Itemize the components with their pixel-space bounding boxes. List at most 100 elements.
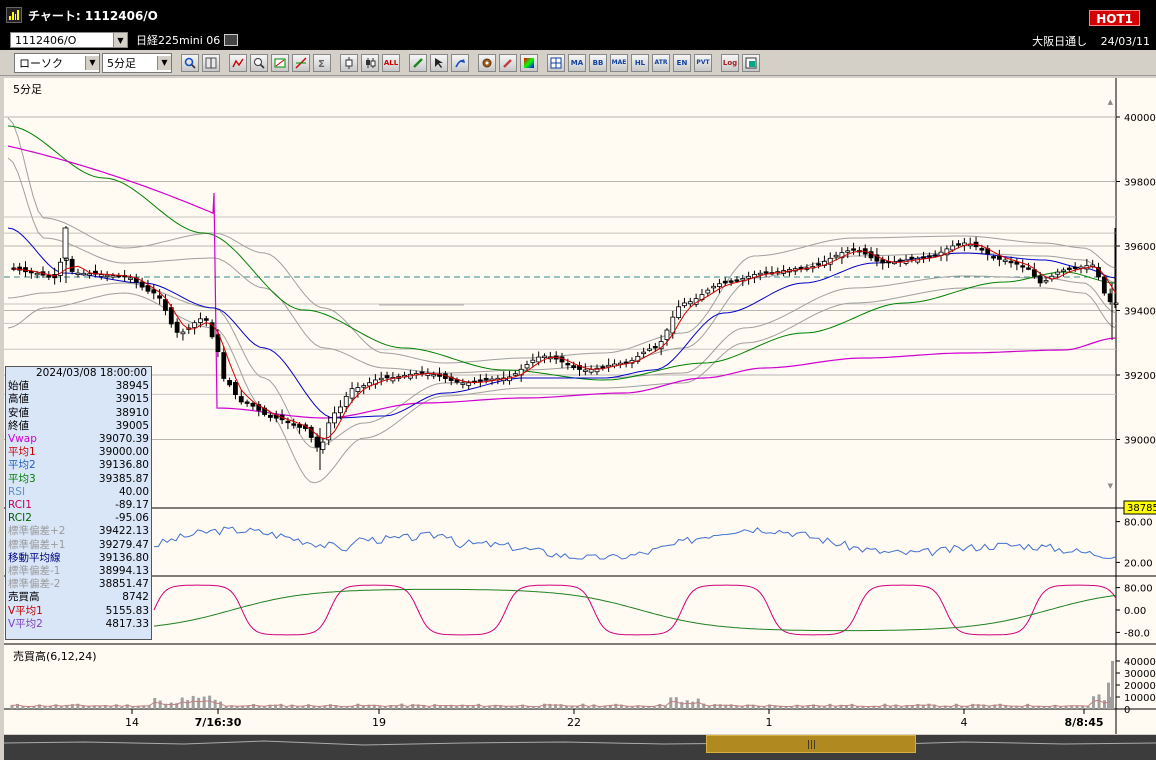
volume-bar <box>224 706 228 709</box>
volume-tick-label: 20000 <box>1124 681 1156 692</box>
candle-body <box>1043 280 1049 283</box>
all-range-button[interactable]: ALL <box>382 53 400 72</box>
candle-body <box>343 395 349 407</box>
volume-bar <box>823 706 827 709</box>
candle-body <box>921 256 926 259</box>
candle-body <box>565 363 571 366</box>
panel-row-value: 39422.13 <box>98 525 149 538</box>
code-select[interactable]: 1112406/O ▼ <box>10 32 128 48</box>
candle-body <box>734 279 740 282</box>
bb-button[interactable]: BB <box>589 53 607 72</box>
panel-row-value: 39005 <box>115 419 149 432</box>
arrow-icon[interactable] <box>451 53 469 72</box>
candle-body <box>215 334 221 352</box>
volume-bar <box>938 707 942 709</box>
candle-body <box>682 302 687 307</box>
candle-body <box>1014 261 1020 265</box>
hl-button[interactable]: HL <box>631 53 649 72</box>
scroll-thumb[interactable]: ||| <box>706 735 916 753</box>
trendline-icon[interactable] <box>292 53 310 72</box>
en-button[interactable]: EN <box>673 53 691 72</box>
volume-bar <box>32 706 36 709</box>
volume-bar <box>877 706 881 709</box>
volume-bar <box>855 706 859 709</box>
cursor-icon[interactable] <box>202 53 220 72</box>
brush-icon[interactable] <box>499 53 517 72</box>
time-tick-label: 1 <box>766 716 773 729</box>
current-price-label: 38785 <box>1127 503 1156 514</box>
candle-body <box>1037 275 1043 284</box>
panel-row-value: 5155.83 <box>105 604 149 617</box>
pvt-button[interactable]: PVT <box>694 53 712 72</box>
volume-bar <box>597 707 601 709</box>
search-icon[interactable] <box>181 53 199 72</box>
panel-row-key: Vwap <box>8 433 37 446</box>
svg-text:Σ: Σ <box>318 59 325 69</box>
candle-compare-icon[interactable] <box>361 53 379 72</box>
sigma-icon[interactable]: Σ <box>313 53 331 72</box>
period-value: 5分足 <box>107 56 136 70</box>
line-tool-icon[interactable] <box>271 53 289 72</box>
atr-button[interactable]: ATR <box>652 53 670 72</box>
candle-body <box>763 271 769 274</box>
volume-bar <box>263 706 267 709</box>
volume-bar <box>861 706 865 709</box>
chart-type-select[interactable]: ローソク ▼ <box>14 52 100 73</box>
palette-icon[interactable] <box>520 53 538 72</box>
panel-row-value: 8742 <box>122 591 149 604</box>
volume-bar <box>43 706 47 709</box>
volume-bar <box>180 697 184 709</box>
volume-bar <box>1048 706 1052 709</box>
chevron-down-icon[interactable]: ▼ <box>85 55 99 70</box>
chart-background <box>4 78 1156 734</box>
candle-body <box>851 248 856 251</box>
candle-body <box>746 275 752 279</box>
candle-icon[interactable] <box>340 53 358 72</box>
volume-bar <box>186 700 190 709</box>
panel-row-key: RSI <box>8 485 26 498</box>
panel-row: Vwap 39070.39 <box>8 433 149 446</box>
zoom-icon[interactable] <box>250 53 268 72</box>
panel-row-key: RCI1 <box>8 499 32 512</box>
chart-area[interactable]: 40000 39800 39600 39400 39200 39000 ▲ ▼ 38785 80.… <box>4 78 1156 734</box>
pointer-icon[interactable] <box>430 53 448 72</box>
market-name: 大阪日通し <box>1032 35 1088 48</box>
bars-icon[interactable] <box>224 34 239 46</box>
chevron-down-icon[interactable]: ▼ <box>157 55 171 70</box>
volume-bar <box>169 702 173 709</box>
rci-tick-label: 0.00 <box>1124 606 1146 617</box>
hot-badge[interactable]: HOT1 <box>1089 10 1140 26</box>
window-icon[interactable] <box>742 53 760 72</box>
candle-body <box>110 275 116 278</box>
volume-bar <box>532 707 536 709</box>
timeline-overview <box>4 740 1156 746</box>
instrument-name: 日経225mini 06 <box>136 34 221 47</box>
period-select[interactable]: 5分足 ▼ <box>102 52 172 73</box>
panel-row: 平均2 39136.80 <box>8 459 149 472</box>
drawing-tool-icon[interactable] <box>229 53 247 72</box>
volume-bar <box>586 706 590 709</box>
data-panel: 2024/03/08 18:00:00 始値 38945 高値 39015 安値 3891… <box>5 366 152 640</box>
candle-body <box>740 278 746 281</box>
volume-bar <box>696 698 700 709</box>
panel-row-value: 40.00 <box>118 485 149 498</box>
candle-body <box>816 263 821 266</box>
candle-body <box>897 259 903 262</box>
rsi-tick-label: 80.00 <box>1124 518 1153 529</box>
grid-icon[interactable] <box>547 53 565 72</box>
timeline-scrollbar[interactable]: ||| <box>4 735 1156 760</box>
panel-row-key: 平均1 <box>8 446 36 459</box>
panel-row-value: -95.06 <box>115 512 149 525</box>
pen-icon[interactable] <box>409 53 427 72</box>
chevron-down-icon[interactable]: ▼ <box>113 33 127 47</box>
chart-canvas[interactable]: 40000 39800 39600 39400 39200 39000 ▲ ▼ 38785 80.… <box>4 78 1156 734</box>
ma-button[interactable]: MA <box>568 53 586 72</box>
candle-body <box>687 301 693 305</box>
candle-body <box>979 248 985 251</box>
candle-body <box>1002 259 1008 262</box>
mae-button[interactable]: MAE <box>610 53 628 72</box>
panel-row-key: RCI2 <box>8 512 32 525</box>
settings-icon[interactable] <box>478 53 496 72</box>
scroll-down-icon: ▼ <box>1108 482 1114 490</box>
log-scale-button[interactable]: Log <box>721 53 739 72</box>
